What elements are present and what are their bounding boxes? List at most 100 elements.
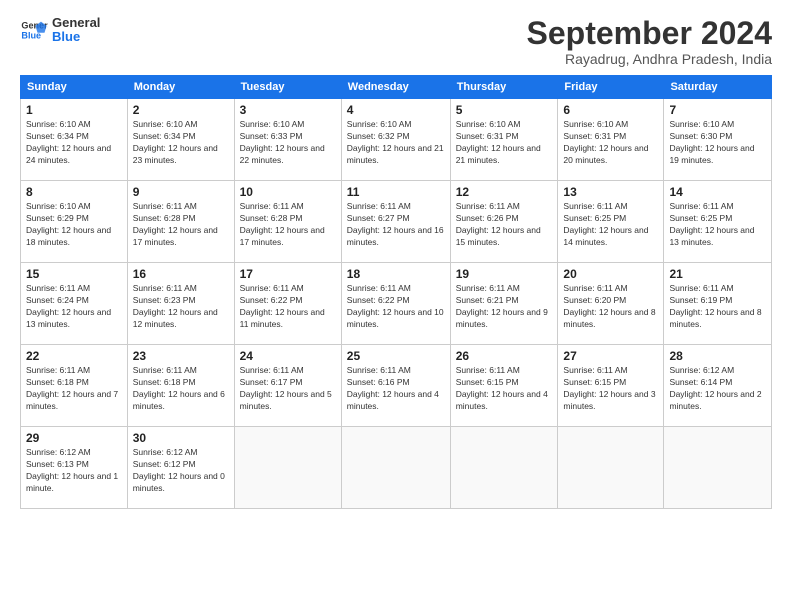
main-title: September 2024 (527, 16, 772, 51)
day-number: 26 (456, 349, 553, 363)
day-info: Sunrise: 6:11 AM Sunset: 6:28 PM Dayligh… (240, 201, 336, 249)
day-cell-25: 25 Sunrise: 6:11 AM Sunset: 6:16 PM Dayl… (341, 345, 450, 427)
day-cell-26: 26 Sunrise: 6:11 AM Sunset: 6:15 PM Dayl… (450, 345, 558, 427)
day-number: 22 (26, 349, 122, 363)
day-cell-9: 9 Sunrise: 6:11 AM Sunset: 6:28 PM Dayli… (127, 181, 234, 263)
header: General Blue General Blue September 2024… (20, 16, 772, 67)
day-number: 27 (563, 349, 658, 363)
day-number: 7 (669, 103, 766, 117)
day-number: 13 (563, 185, 658, 199)
day-cell-12: 12 Sunrise: 6:11 AM Sunset: 6:26 PM Dayl… (450, 181, 558, 263)
calendar-table: Sunday Monday Tuesday Wednesday Thursday… (20, 75, 772, 509)
col-saturday: Saturday (664, 76, 772, 99)
day-cell-28: 28 Sunrise: 6:12 AM Sunset: 6:14 PM Dayl… (664, 345, 772, 427)
day-info: Sunrise: 6:11 AM Sunset: 6:16 PM Dayligh… (347, 365, 445, 413)
week-row-4: 29 Sunrise: 6:12 AM Sunset: 6:13 PM Dayl… (21, 427, 772, 509)
day-number: 21 (669, 267, 766, 281)
day-info: Sunrise: 6:12 AM Sunset: 6:13 PM Dayligh… (26, 447, 122, 495)
day-cell-17: 17 Sunrise: 6:11 AM Sunset: 6:22 PM Dayl… (234, 263, 341, 345)
week-row-0: 1 Sunrise: 6:10 AM Sunset: 6:34 PM Dayli… (21, 99, 772, 181)
day-info: Sunrise: 6:11 AM Sunset: 6:27 PM Dayligh… (347, 201, 445, 249)
empty-cell (558, 427, 664, 509)
day-info: Sunrise: 6:11 AM Sunset: 6:28 PM Dayligh… (133, 201, 229, 249)
day-number: 30 (133, 431, 229, 445)
day-cell-15: 15 Sunrise: 6:11 AM Sunset: 6:24 PM Dayl… (21, 263, 128, 345)
day-number: 10 (240, 185, 336, 199)
day-cell-27: 27 Sunrise: 6:11 AM Sunset: 6:15 PM Dayl… (558, 345, 664, 427)
day-info: Sunrise: 6:11 AM Sunset: 6:18 PM Dayligh… (26, 365, 122, 413)
col-monday: Monday (127, 76, 234, 99)
day-number: 18 (347, 267, 445, 281)
calendar-header-row: Sunday Monday Tuesday Wednesday Thursday… (21, 76, 772, 99)
day-cell-7: 7 Sunrise: 6:10 AM Sunset: 6:30 PM Dayli… (664, 99, 772, 181)
day-info: Sunrise: 6:10 AM Sunset: 6:34 PM Dayligh… (26, 119, 122, 167)
week-row-2: 15 Sunrise: 6:11 AM Sunset: 6:24 PM Dayl… (21, 263, 772, 345)
day-info: Sunrise: 6:11 AM Sunset: 6:20 PM Dayligh… (563, 283, 658, 331)
day-info: Sunrise: 6:11 AM Sunset: 6:17 PM Dayligh… (240, 365, 336, 413)
day-cell-19: 19 Sunrise: 6:11 AM Sunset: 6:21 PM Dayl… (450, 263, 558, 345)
day-info: Sunrise: 6:11 AM Sunset: 6:19 PM Dayligh… (669, 283, 766, 331)
day-number: 8 (26, 185, 122, 199)
day-number: 12 (456, 185, 553, 199)
day-cell-14: 14 Sunrise: 6:11 AM Sunset: 6:25 PM Dayl… (664, 181, 772, 263)
day-cell-18: 18 Sunrise: 6:11 AM Sunset: 6:22 PM Dayl… (341, 263, 450, 345)
day-number: 15 (26, 267, 122, 281)
day-number: 14 (669, 185, 766, 199)
day-cell-10: 10 Sunrise: 6:11 AM Sunset: 6:28 PM Dayl… (234, 181, 341, 263)
day-info: Sunrise: 6:11 AM Sunset: 6:25 PM Dayligh… (563, 201, 658, 249)
day-cell-20: 20 Sunrise: 6:11 AM Sunset: 6:20 PM Dayl… (558, 263, 664, 345)
day-number: 16 (133, 267, 229, 281)
day-cell-29: 29 Sunrise: 6:12 AM Sunset: 6:13 PM Dayl… (21, 427, 128, 509)
empty-cell (341, 427, 450, 509)
day-info: Sunrise: 6:10 AM Sunset: 6:29 PM Dayligh… (26, 201, 122, 249)
day-info: Sunrise: 6:10 AM Sunset: 6:32 PM Dayligh… (347, 119, 445, 167)
day-info: Sunrise: 6:10 AM Sunset: 6:34 PM Dayligh… (133, 119, 229, 167)
day-cell-21: 21 Sunrise: 6:11 AM Sunset: 6:19 PM Dayl… (664, 263, 772, 345)
day-cell-23: 23 Sunrise: 6:11 AM Sunset: 6:18 PM Dayl… (127, 345, 234, 427)
day-number: 1 (26, 103, 122, 117)
week-row-3: 22 Sunrise: 6:11 AM Sunset: 6:18 PM Dayl… (21, 345, 772, 427)
logo-blue: Blue (52, 30, 100, 44)
day-cell-3: 3 Sunrise: 6:10 AM Sunset: 6:33 PM Dayli… (234, 99, 341, 181)
day-info: Sunrise: 6:11 AM Sunset: 6:26 PM Dayligh… (456, 201, 553, 249)
empty-cell (664, 427, 772, 509)
day-number: 2 (133, 103, 229, 117)
day-cell-24: 24 Sunrise: 6:11 AM Sunset: 6:17 PM Dayl… (234, 345, 341, 427)
day-info: Sunrise: 6:11 AM Sunset: 6:15 PM Dayligh… (456, 365, 553, 413)
col-friday: Friday (558, 76, 664, 99)
day-info: Sunrise: 6:11 AM Sunset: 6:21 PM Dayligh… (456, 283, 553, 331)
day-number: 23 (133, 349, 229, 363)
day-info: Sunrise: 6:11 AM Sunset: 6:25 PM Dayligh… (669, 201, 766, 249)
day-number: 19 (456, 267, 553, 281)
col-thursday: Thursday (450, 76, 558, 99)
day-info: Sunrise: 6:10 AM Sunset: 6:31 PM Dayligh… (456, 119, 553, 167)
day-number: 29 (26, 431, 122, 445)
subtitle: Rayadrug, Andhra Pradesh, India (527, 51, 772, 67)
day-number: 3 (240, 103, 336, 117)
day-cell-30: 30 Sunrise: 6:12 AM Sunset: 6:12 PM Dayl… (127, 427, 234, 509)
day-info: Sunrise: 6:12 AM Sunset: 6:12 PM Dayligh… (133, 447, 229, 495)
day-cell-4: 4 Sunrise: 6:10 AM Sunset: 6:32 PM Dayli… (341, 99, 450, 181)
day-info: Sunrise: 6:12 AM Sunset: 6:14 PM Dayligh… (669, 365, 766, 413)
day-cell-16: 16 Sunrise: 6:11 AM Sunset: 6:23 PM Dayl… (127, 263, 234, 345)
day-info: Sunrise: 6:11 AM Sunset: 6:22 PM Dayligh… (240, 283, 336, 331)
day-number: 11 (347, 185, 445, 199)
day-cell-1: 1 Sunrise: 6:10 AM Sunset: 6:34 PM Dayli… (21, 99, 128, 181)
day-cell-2: 2 Sunrise: 6:10 AM Sunset: 6:34 PM Dayli… (127, 99, 234, 181)
day-number: 25 (347, 349, 445, 363)
week-row-1: 8 Sunrise: 6:10 AM Sunset: 6:29 PM Dayli… (21, 181, 772, 263)
day-number: 5 (456, 103, 553, 117)
day-info: Sunrise: 6:10 AM Sunset: 6:33 PM Dayligh… (240, 119, 336, 167)
day-number: 20 (563, 267, 658, 281)
day-number: 24 (240, 349, 336, 363)
col-wednesday: Wednesday (341, 76, 450, 99)
day-cell-8: 8 Sunrise: 6:10 AM Sunset: 6:29 PM Dayli… (21, 181, 128, 263)
page: General Blue General Blue September 2024… (0, 0, 792, 612)
day-number: 4 (347, 103, 445, 117)
day-info: Sunrise: 6:11 AM Sunset: 6:22 PM Dayligh… (347, 283, 445, 331)
col-tuesday: Tuesday (234, 76, 341, 99)
day-cell-11: 11 Sunrise: 6:11 AM Sunset: 6:27 PM Dayl… (341, 181, 450, 263)
title-block: September 2024 Rayadrug, Andhra Pradesh,… (527, 16, 772, 67)
day-cell-22: 22 Sunrise: 6:11 AM Sunset: 6:18 PM Dayl… (21, 345, 128, 427)
day-info: Sunrise: 6:11 AM Sunset: 6:23 PM Dayligh… (133, 283, 229, 331)
